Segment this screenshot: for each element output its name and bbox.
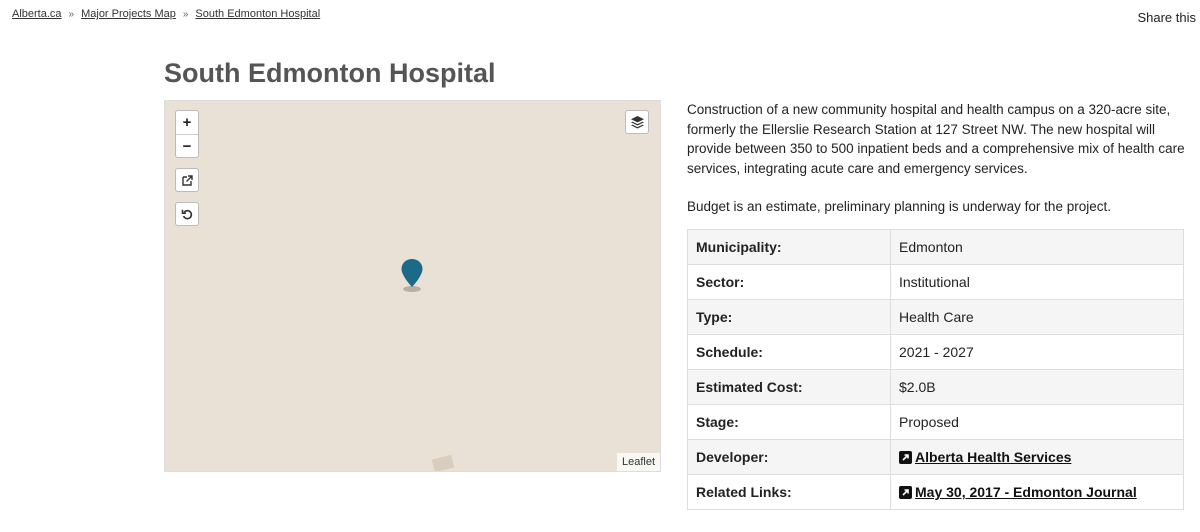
zoom-out-button[interactable]: −	[176, 134, 198, 157]
layers-button[interactable]	[625, 110, 649, 134]
table-row: Municipality: Edmonton	[687, 229, 1184, 265]
external-link-icon	[181, 174, 193, 186]
share-button[interactable]: Share this	[1137, 10, 1196, 25]
open-external-map-button[interactable]	[175, 168, 199, 192]
project-details-table: Municipality: Edmonton Sector: Instituti…	[687, 229, 1184, 510]
related-links-cell: May 30, 2017 - Edmonton Journal	[890, 474, 1184, 510]
table-row: Schedule: 2021 - 2027	[687, 334, 1184, 370]
map-feature-shape	[431, 454, 455, 471]
table-row: Estimated Cost: $2.0B	[687, 369, 1184, 405]
description-paragraph: Construction of a new community hospital…	[687, 102, 1185, 176]
zoom-in-button[interactable]: +	[176, 111, 198, 134]
reset-map-button[interactable]	[175, 202, 199, 226]
type-label: Type:	[687, 299, 891, 335]
type-value: Health Care	[890, 299, 1184, 335]
table-row: Developer: Alberta Health Services	[687, 439, 1184, 475]
municipality-label: Municipality:	[687, 229, 891, 265]
reset-icon	[181, 209, 192, 219]
schedule-value: 2021 - 2027	[890, 334, 1184, 370]
stage-label: Stage:	[687, 404, 891, 440]
zoom-control: + −	[175, 110, 199, 158]
breadcrumb-major-projects-link[interactable]: Major Projects Map	[81, 8, 176, 20]
sector-label: Sector:	[687, 264, 891, 300]
developer-link[interactable]: Alberta Health Services	[915, 449, 1071, 465]
budget-note: Budget is an estimate, preliminary plann…	[687, 199, 1111, 214]
layers-icon	[630, 116, 644, 129]
table-row: Stage: Proposed	[687, 404, 1184, 440]
breadcrumb-alberta-link[interactable]: Alberta.ca	[12, 8, 62, 20]
table-row: Type: Health Care	[687, 299, 1184, 335]
breadcrumb-separator: »	[182, 8, 189, 20]
schedule-label: Schedule:	[687, 334, 891, 370]
external-link-icon	[899, 486, 912, 499]
breadcrumb-current-link[interactable]: South Edmonton Hospital	[195, 8, 320, 20]
external-link-icon	[899, 451, 912, 464]
table-row: Sector: Institutional	[687, 264, 1184, 300]
breadcrumb-separator: »	[68, 8, 75, 20]
estimated-cost-value: $2.0B	[890, 369, 1184, 405]
related-links-label: Related Links:	[687, 474, 891, 510]
page-title: South Edmonton Hospital	[164, 58, 496, 88]
project-description: Construction of a new community hospital…	[687, 100, 1187, 217]
breadcrumb: Alberta.ca » Major Projects Map » South …	[12, 8, 320, 20]
estimated-cost-label: Estimated Cost:	[687, 369, 891, 405]
table-row: Related Links: May 30, 2017 - Edmonton J…	[687, 474, 1184, 510]
sector-value: Institutional	[890, 264, 1184, 300]
municipality-value: Edmonton	[890, 229, 1184, 265]
stage-value: Proposed	[890, 404, 1184, 440]
developer-label: Developer:	[687, 439, 891, 475]
related-link[interactable]: May 30, 2017 - Edmonton Journal	[915, 484, 1137, 500]
map-view[interactable]: + − Leaflet	[164, 100, 661, 472]
map-marker-icon[interactable]	[400, 258, 424, 294]
developer-cell: Alberta Health Services	[890, 439, 1184, 475]
map-attribution[interactable]: Leaflet	[616, 453, 660, 471]
